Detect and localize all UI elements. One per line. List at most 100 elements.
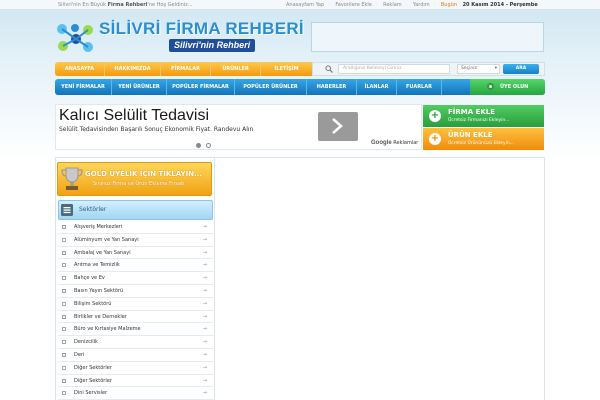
checkbox-icon <box>62 250 66 255</box>
search-input[interactable]: Aradığınız Kelimeyi Giriniz <box>338 64 450 74</box>
search-button[interactable]: ARA <box>503 64 539 74</box>
checkbox-icon <box>62 301 66 306</box>
subnav-popular-companies[interactable]: POPÜLER FİRMALAR <box>167 79 235 95</box>
ad-title[interactable]: Kalıcı Selülit Tedavisi <box>59 107 209 125</box>
nav-contact[interactable]: İLETİŞİM <box>261 62 312 76</box>
main-content <box>215 158 545 400</box>
sector-label: Bahçe ve Ev <box>74 275 105 282</box>
top-links: Anasayfam Yap · Favorilere Ekle · Reklam · … <box>286 2 538 8</box>
welcome-brand: Firma Rehberi <box>107 2 148 8</box>
subnav-popular-products[interactable]: POPÜLER ÜRÜNLER <box>235 79 307 95</box>
list-item[interactable]: Bahçe ve Ev → <box>58 272 213 285</box>
checkbox-icon <box>62 225 66 229</box>
main-nav-bar: ANASAYFA HAKKIMIZDA FİRMALAR ÜRÜNLER İLE… <box>55 62 312 76</box>
carousel-dot[interactable] <box>206 143 211 148</box>
sector-label: Arıtma ve Temizlik <box>74 262 120 269</box>
arrow-right-icon: → <box>202 390 207 397</box>
list-item[interactable]: Arıtma ve Temizlik → <box>58 259 213 273</box>
checkbox-icon <box>62 263 66 268</box>
list-item[interactable]: Büro ve Kırtasiye Malzeme → <box>58 323 213 337</box>
welcome-prefix: Silivri'nin En Büyük <box>58 2 106 8</box>
search-select-value: Seçiniz <box>461 66 477 71</box>
subnav-new-companies[interactable]: YENİ FİRMALAR <box>55 79 112 95</box>
gold-title: GOLD ÜYELİK İÇİN TIKLAYIN... <box>85 170 203 178</box>
list-item[interactable]: Basın Yayın Sektörü → <box>58 285 213 298</box>
list-item[interactable]: Alüminyum ve Yan Sanayi → <box>58 234 213 247</box>
subnav-news[interactable]: HABERLER <box>307 79 357 95</box>
list-item[interactable]: Bilişim Sektörü → <box>58 298 213 311</box>
add-product-subtitle: Ücretsiz Ürününüzü Ekleyin... <box>448 141 515 146</box>
arrow-right-icon: → <box>202 275 207 282</box>
sector-label: Denizcilik <box>74 339 98 346</box>
sector-label: Diğer Sektörler <box>74 377 112 384</box>
register-dot-icon <box>487 83 494 90</box>
list-item[interactable]: Dini Servisler → <box>58 387 213 400</box>
checkbox-icon <box>62 352 66 357</box>
sector-label: Bilişim Sektörü <box>74 300 112 307</box>
checkbox-icon <box>62 391 66 396</box>
sector-label: Dini Servisler <box>74 390 108 397</box>
checkbox-icon <box>62 314 66 319</box>
list-item[interactable]: Birlikler ve Dernekler → <box>58 311 213 324</box>
sector-label: Alışveriş Merkezleri <box>74 224 123 230</box>
add-company-title: FİRMA EKLE <box>448 108 496 116</box>
link-ads[interactable]: Reklam <box>383 2 402 8</box>
ad-google-label: Google Reklamlar <box>371 140 418 146</box>
arrow-right-icon: → <box>202 249 207 256</box>
subnav-listings[interactable]: İLANLAR <box>357 79 397 95</box>
ad-label: Reklamlar <box>393 140 419 146</box>
arrow-right-icon: → <box>202 339 207 346</box>
subnav-new-products[interactable]: YENİ ÜRÜNLER <box>112 79 167 95</box>
list-item[interactable]: Alışveriş Merkezleri → <box>58 221 213 234</box>
sector-label: Ambalaj ve Yan Sanayi <box>74 249 131 256</box>
logo-title: SİLİVRİ FİRMA REHBERİ <box>99 19 304 38</box>
gold-subtitle: Sınırsız Firma ve Ürün Ekleme Fırsatı <box>93 181 185 187</box>
arrow-right-icon: → <box>202 377 207 384</box>
site-logo[interactable]: SİLİVRİ FİRMA REHBERİ Silivri'nin Rehber… <box>55 18 304 58</box>
arrow-right-icon: → <box>202 313 207 320</box>
plus-icon: + <box>429 133 441 145</box>
sector-label: Basın Yayın Sektörü <box>74 287 124 294</box>
sector-label: Alüminyum ve Yan Sanayi <box>74 236 139 243</box>
checkbox-icon <box>62 365 66 370</box>
link-favorites[interactable]: Favorilere Ekle <box>335 2 372 8</box>
trophy-icon <box>61 167 83 190</box>
checkbox-icon <box>62 340 66 345</box>
sector-label: Deri <box>74 351 85 358</box>
ad-description[interactable]: Selülit Tedavisinden Başarılı Sonuç Ekon… <box>59 126 317 142</box>
checkbox-icon <box>62 378 66 383</box>
chevron-down-icon: ▾ <box>494 66 497 71</box>
checkbox-icon <box>62 288 66 293</box>
search-category-select[interactable]: Seçiniz ▾ <box>457 64 500 74</box>
plus-icon: + <box>429 110 441 122</box>
subnav-fairs[interactable]: FUARLAR <box>397 79 442 95</box>
arrow-right-icon: → <box>202 364 207 371</box>
link-homepage[interactable]: Anasayfam Yap <box>286 2 324 8</box>
checkbox-icon <box>62 327 66 332</box>
carousel-dot-active[interactable] <box>196 143 201 148</box>
header-banner-slot[interactable] <box>311 22 544 52</box>
search-icon <box>325 65 333 73</box>
arrow-right-icon: → <box>202 224 207 230</box>
list-item[interactable]: Ambalaj ve Yan Sanayi → <box>58 247 213 260</box>
add-product-title: ÜRÜN EKLE <box>448 131 493 139</box>
logo-subtitle: Silivri'nin Rehberi <box>169 39 256 52</box>
arrow-right-icon: → <box>202 236 207 243</box>
nav-companies[interactable]: FİRMALAR <box>161 62 211 76</box>
list-item[interactable]: Denizcilik → <box>58 336 213 349</box>
nav-about[interactable]: HAKKIMIZDA <box>105 62 161 76</box>
arrow-right-icon: → <box>202 351 207 358</box>
nav-home[interactable]: ANASAYFA <box>55 62 105 76</box>
list-item[interactable]: Deri → <box>58 349 213 362</box>
list-item[interactable]: Diğer Sektörler → <box>58 375 213 388</box>
link-help[interactable]: Yardım <box>413 2 430 8</box>
register-label: ÜYE OLUN <box>500 84 529 90</box>
list-item[interactable]: Diğer Sektörler → <box>58 362 213 375</box>
chevron-right-icon <box>332 118 343 134</box>
nav-products[interactable]: ÜRÜNLER <box>211 62 261 76</box>
google-logo: Google <box>371 140 392 146</box>
sector-label: Büro ve Kırtasiye Malzeme <box>74 326 141 333</box>
date-label: Bugün 20 Kasım 2014 - Perşembe <box>440 2 538 8</box>
welcome-suffix: 'ne Hoş Geldiniz... <box>147 2 193 8</box>
add-company-subtitle: Ücretsiz Firmanızı Ekleyin... <box>448 118 510 123</box>
